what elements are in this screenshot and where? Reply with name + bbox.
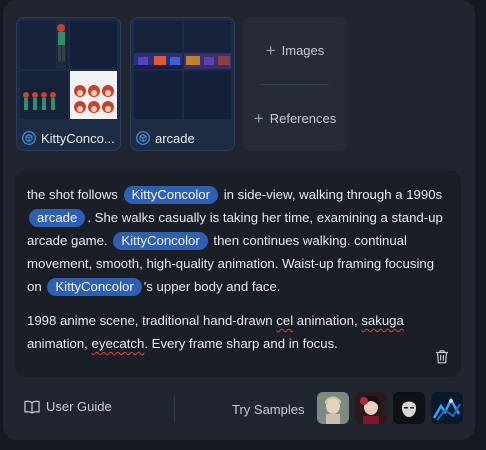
prompt-text[interactable]: the shot follows KittyConcolor in side-v… bbox=[27, 183, 447, 355]
add-images-label: Images bbox=[281, 42, 325, 58]
prompt-text-segment: . Every frame sharp and in focus. bbox=[144, 336, 338, 351]
plus-icon: + bbox=[253, 108, 264, 128]
prompt-text-segment: animation, bbox=[27, 336, 88, 351]
misspelled-word: eyecatch bbox=[91, 336, 145, 351]
empty-thumbnail bbox=[183, 71, 231, 119]
misspelled-word: sakuga bbox=[361, 313, 404, 328]
cube-icon bbox=[22, 131, 36, 145]
character-thumbnail bbox=[20, 21, 68, 69]
footer: User Guide Try Samples bbox=[3, 386, 475, 430]
plus-icon: + bbox=[265, 40, 276, 60]
sample-thumbnail-1[interactable] bbox=[317, 392, 349, 424]
reference-card-arcade[interactable]: arcade bbox=[130, 17, 235, 151]
expression-sheet-thumbnail bbox=[69, 71, 117, 119]
reference-name: KittyConco... bbox=[41, 130, 115, 146]
sample-thumbnail-2[interactable] bbox=[355, 392, 387, 424]
prompt-text-segment: 1998 anime scene, traditional hand-drawn bbox=[27, 313, 273, 328]
reference-tag-arcade[interactable]: arcade bbox=[29, 209, 86, 227]
user-guide-button[interactable]: User Guide bbox=[24, 399, 112, 414]
empty-thumbnail bbox=[134, 71, 182, 119]
prompt-text-segment: animation, bbox=[296, 313, 358, 328]
prompt-paragraph-1: the shot follows KittyConcolor in side-v… bbox=[27, 183, 447, 298]
book-icon bbox=[24, 400, 40, 414]
reference-tag-kittyconcolor[interactable]: KittyConcolor bbox=[47, 278, 142, 296]
reference-thumbnails bbox=[134, 21, 231, 119]
add-panel: + Images + References bbox=[243, 17, 347, 151]
reference-label: arcade bbox=[136, 129, 231, 147]
empty-thumbnail bbox=[69, 21, 117, 69]
sample-thumbnail-4[interactable] bbox=[431, 392, 463, 424]
character-lineup-thumbnail bbox=[20, 71, 68, 119]
trash-icon[interactable] bbox=[435, 349, 449, 364]
user-guide-label: User Guide bbox=[46, 399, 112, 414]
arcade-thumbnail bbox=[183, 21, 231, 69]
prompt-text-segment: in side-view, walking through a 1990s bbox=[223, 187, 443, 202]
reference-thumbnails bbox=[20, 21, 117, 119]
footer-divider bbox=[174, 396, 175, 422]
reference-card-kittyconcolor[interactable]: KittyConco... bbox=[16, 17, 121, 151]
sample-thumbnail-3[interactable] bbox=[393, 392, 425, 424]
add-references-label: References bbox=[269, 110, 337, 126]
prompt-editor[interactable]: the shot follows KittyConcolor in side-v… bbox=[15, 171, 461, 377]
prompt-text-segment: 's upper body and face. bbox=[143, 279, 281, 294]
divider bbox=[261, 84, 329, 85]
reference-name: arcade bbox=[155, 130, 195, 146]
try-samples-label: Try Samples bbox=[232, 402, 305, 417]
add-images-button[interactable]: + Images bbox=[243, 38, 347, 62]
misspelled-word: cel bbox=[276, 313, 294, 328]
reference-label: KittyConco... bbox=[22, 129, 117, 147]
cube-icon bbox=[136, 131, 150, 145]
prompt-paragraph-2: 1998 anime scene, traditional hand-drawn… bbox=[27, 309, 447, 355]
prompt-text-segment: the shot follows bbox=[27, 187, 118, 202]
reference-tag-kittyconcolor[interactable]: KittyConcolor bbox=[113, 232, 208, 250]
add-references-button[interactable]: + References bbox=[243, 106, 347, 130]
arcade-thumbnail bbox=[134, 21, 182, 69]
reference-tag-kittyconcolor[interactable]: KittyConcolor bbox=[123, 186, 219, 204]
